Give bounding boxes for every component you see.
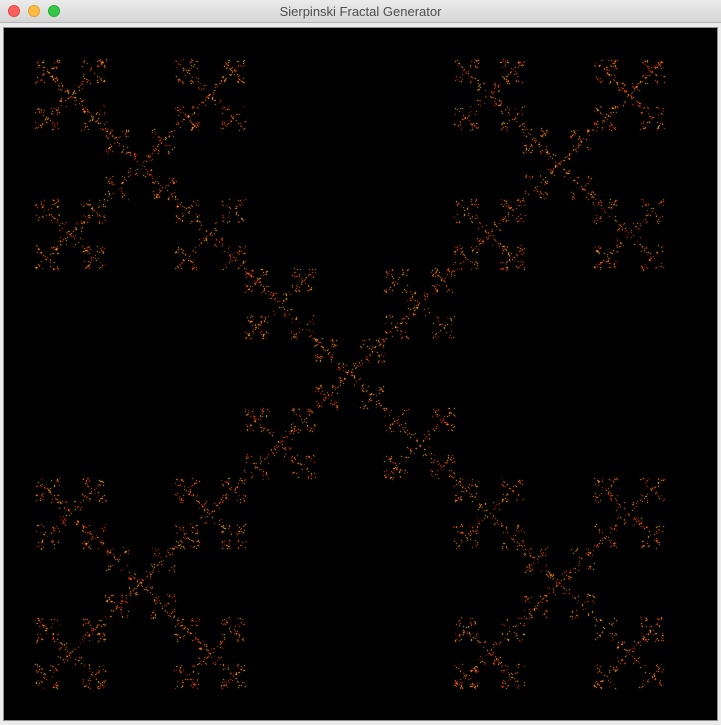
fractal-canvas[interactable] xyxy=(4,28,717,720)
window-title: Sierpinski Fractal Generator xyxy=(279,4,442,19)
fractal-canvas-area[interactable] xyxy=(3,27,718,721)
app-window: Sierpinski Fractal Generator xyxy=(0,0,721,725)
title-bar[interactable]: Sierpinski Fractal Generator xyxy=(0,0,721,23)
